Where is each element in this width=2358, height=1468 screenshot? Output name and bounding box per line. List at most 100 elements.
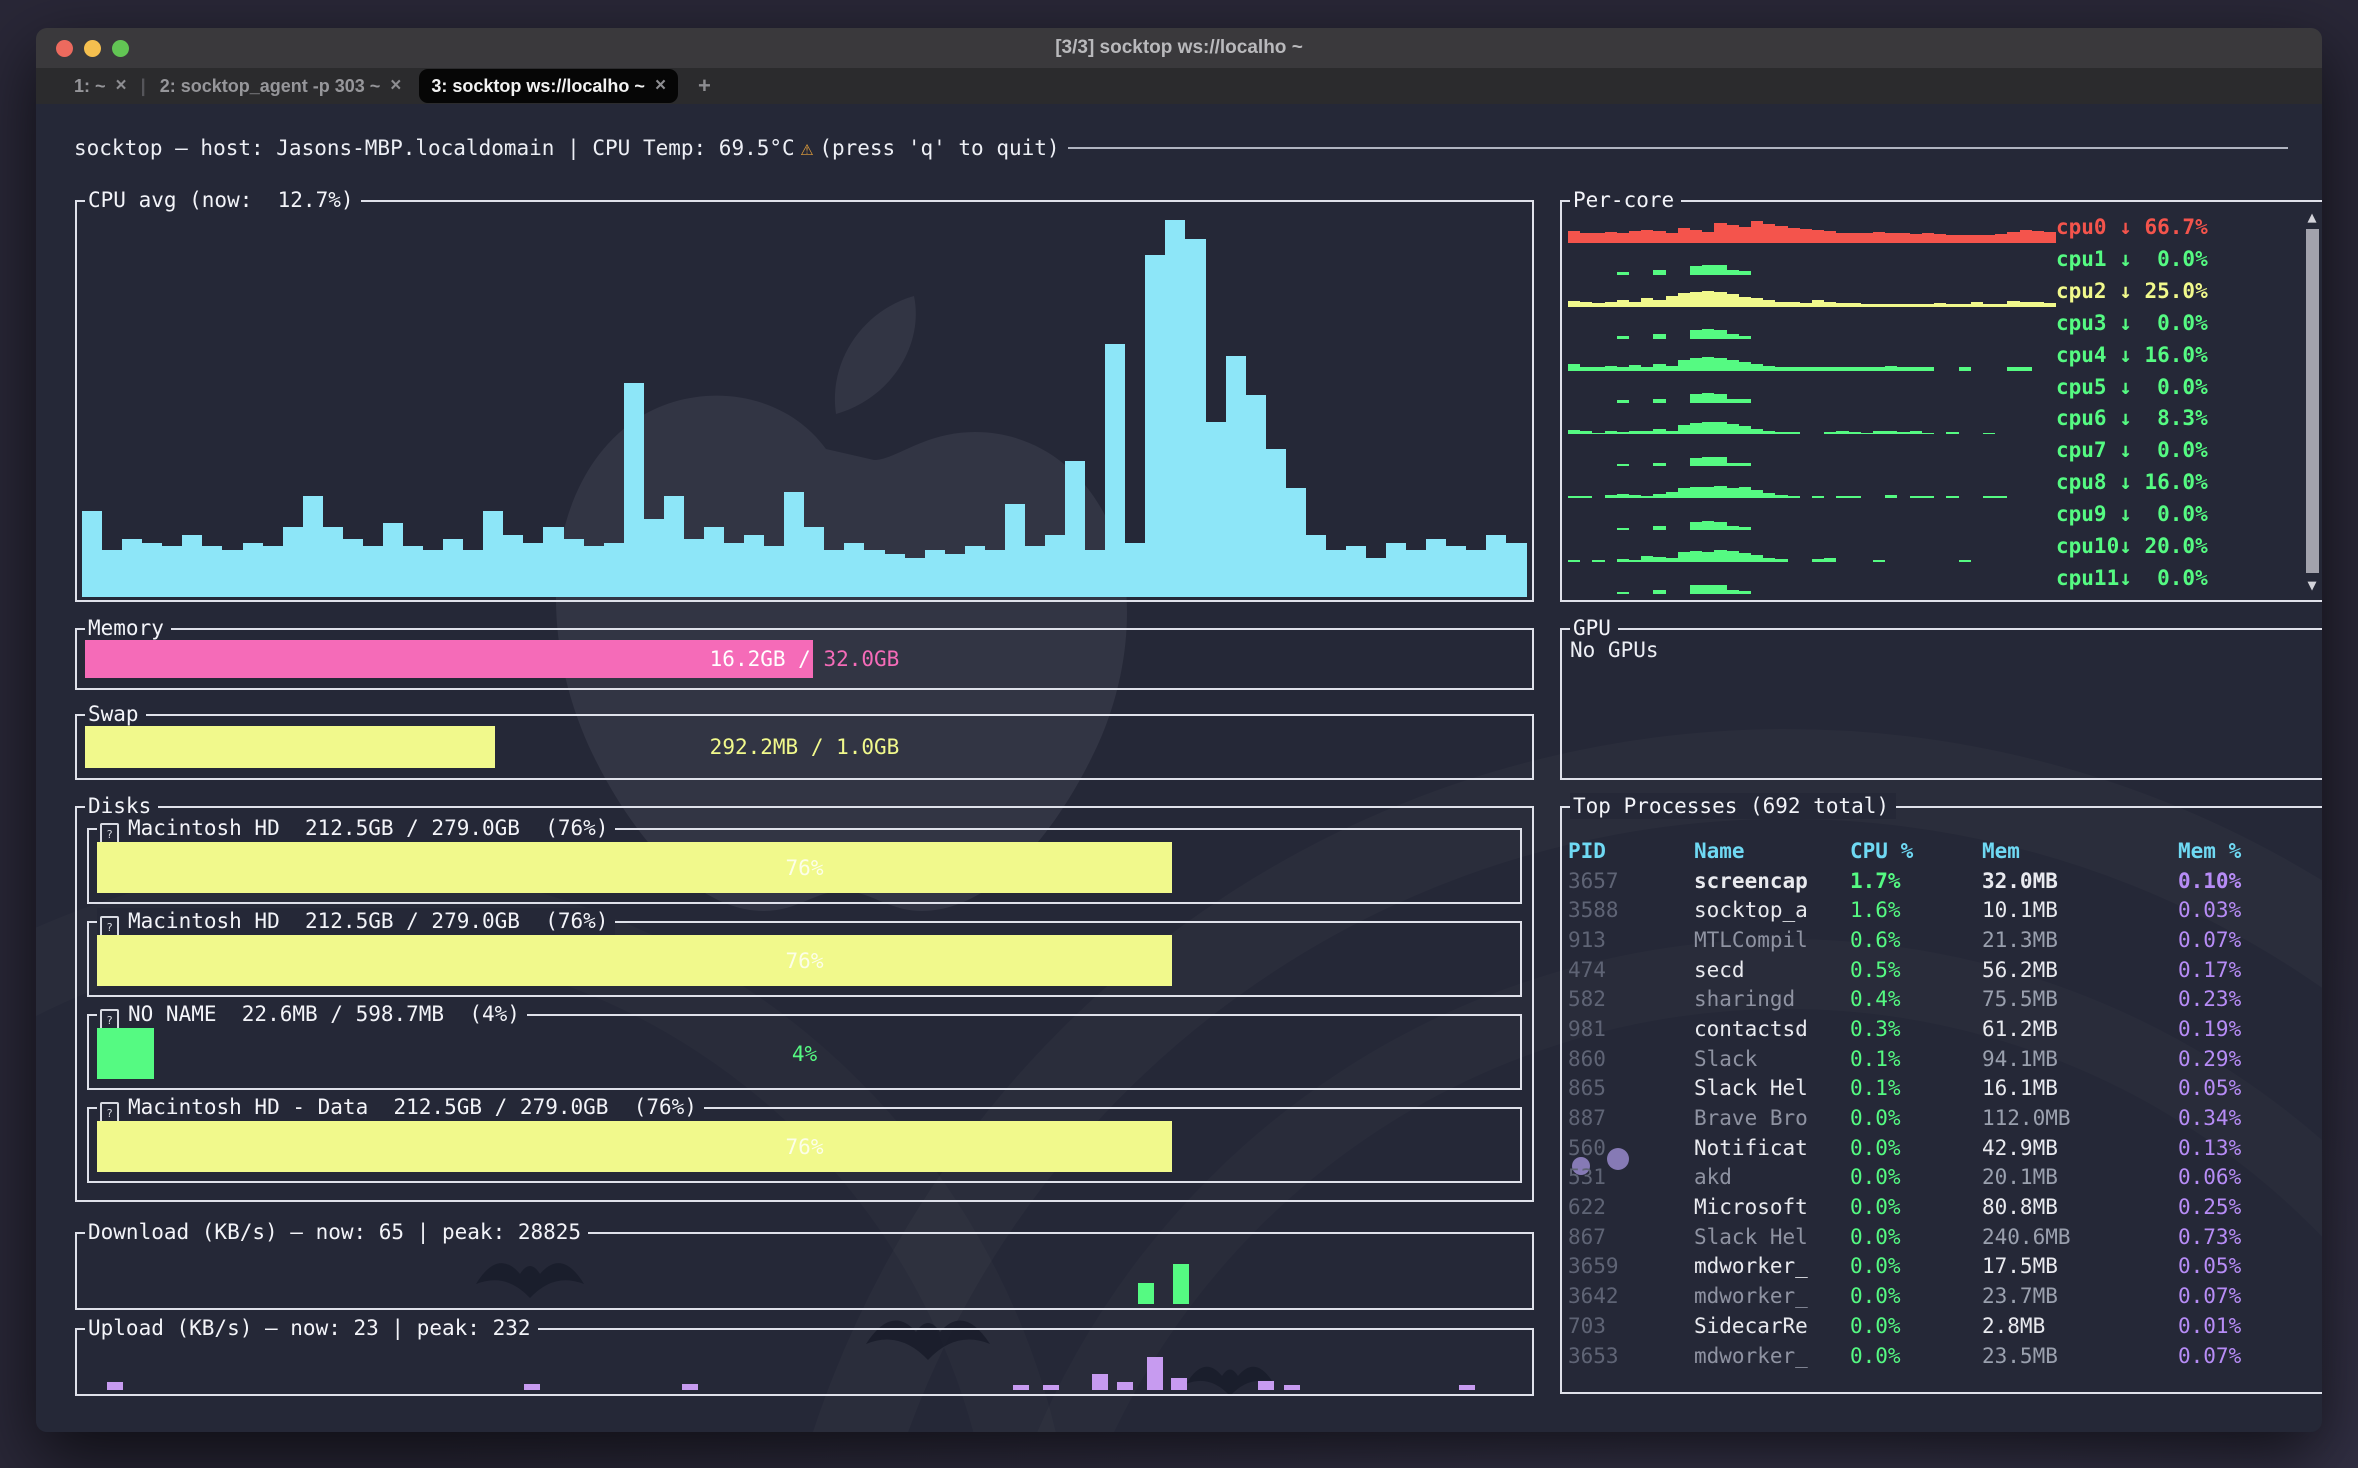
tab-separator: | <box>139 76 148 97</box>
process-cell-name: mdworker_ <box>1694 1344 1850 1368</box>
net-bar <box>1117 1382 1133 1390</box>
tab-1[interactable]: 1: ~ × <box>62 68 139 104</box>
memory-panel: Memory 16.2GB / 32.0GB <box>75 628 1534 690</box>
process-cell-mem: 23.5MB <box>1982 1344 2178 1368</box>
process-cell-pid: 3588 <box>1568 898 1694 922</box>
core-sparkline <box>1568 307 2056 339</box>
process-cell-name: mdworker_ <box>1694 1284 1850 1308</box>
upload-chart <box>85 1336 1524 1390</box>
process-cell-pid: 582 <box>1568 987 1694 1011</box>
cpu-avg-panel: CPU avg (now: 12.7%) <box>75 200 1534 602</box>
net-bar <box>524 1384 540 1390</box>
per-core-panel-title: Per-core <box>1570 187 1681 213</box>
process-cell-cpu: 0.5% <box>1850 958 1982 982</box>
disk-gauge: 76% <box>97 842 1512 893</box>
header-rule <box>1068 147 2288 149</box>
tab-bar: 1: ~ × | 2: socktop_agent -p 303 ~ × 3: … <box>36 68 2322 104</box>
scrollbar-thumb[interactable] <box>2306 229 2319 573</box>
process-cell-name: screencap <box>1694 869 1850 893</box>
process-cell-pid: 703 <box>1568 1314 1694 1338</box>
core-label: cpu1 ↓ 0.0% <box>2056 247 2296 271</box>
process-cell-cpu: 0.0% <box>1850 1284 1982 1308</box>
core-row-cpu11: cpu11↓ 0.0% <box>1568 562 2296 594</box>
terminal-window: [3/3] socktop ws://localho ~ 1: ~ × | 2:… <box>36 28 2322 1432</box>
new-tab-button[interactable]: + <box>684 73 725 99</box>
disk-item: ?NO NAME 22.6MB / 598.7MB (4%)4% <box>87 1014 1522 1090</box>
process-cell-cpu: 0.0% <box>1850 1314 1982 1338</box>
core-label: cpu10↓ 20.0% <box>2056 534 2296 558</box>
process-cell-cpu: 0.0% <box>1850 1106 1982 1130</box>
disk-item: ?Macintosh HD 212.5GB / 279.0GB (76%)76% <box>87 828 1522 904</box>
process-cell-cpu: 0.1% <box>1850 1076 1982 1100</box>
window-title: [3/3] socktop ws://localho ~ <box>1055 37 1303 59</box>
scroll-up-icon[interactable]: ▲ <box>2307 208 2316 226</box>
process-cell-mem-pct: 0.07% <box>2178 1344 2304 1368</box>
per-core-panel: Per-core cpu0 ↓ 66.7%cpu1 ↓ 0.0%cpu2 ↓ 2… <box>1560 200 2322 602</box>
core-sparkline <box>1568 275 2056 307</box>
minimize-window-button[interactable] <box>84 40 101 57</box>
core-row-cpu10: cpu10↓ 20.0% <box>1568 530 2296 562</box>
process-cell-cpu: 1.6% <box>1850 898 1982 922</box>
core-label: cpu7 ↓ 0.0% <box>2056 438 2296 462</box>
process-column-header: Mem % <box>2178 839 2304 863</box>
disk-item: ?Macintosh HD - Data 212.5GB / 279.0GB (… <box>87 1107 1522 1183</box>
close-window-button[interactable] <box>56 40 73 57</box>
process-cell-pid: 531 <box>1568 1165 1694 1189</box>
process-cell-name: Slack <box>1694 1047 1850 1071</box>
process-cell-mem-pct: 0.03% <box>2178 898 2304 922</box>
core-row-cpu3: cpu3 ↓ 0.0% <box>1568 307 2296 339</box>
process-cell-mem: 61.2MB <box>1982 1017 2178 1041</box>
scroll-down-icon[interactable]: ▼ <box>2307 576 2316 594</box>
process-cell-name: Slack Hel <box>1694 1076 1850 1100</box>
process-column-header: Mem <box>1982 839 2178 863</box>
core-row-cpu2: cpu2 ↓ 25.0% <box>1568 275 2296 307</box>
core-sparkline <box>1568 371 2056 403</box>
disk-gauge-label: 76% <box>97 949 1512 973</box>
disk-gauge: 76% <box>97 935 1512 986</box>
process-cell-cpu: 1.7% <box>1850 869 1982 893</box>
net-bar <box>682 1384 698 1390</box>
window-controls <box>56 28 129 68</box>
net-bar <box>1284 1385 1300 1390</box>
net-bar <box>1043 1385 1059 1390</box>
tab-2-close-icon[interactable]: × <box>390 75 401 97</box>
process-cell-pid: 622 <box>1568 1195 1694 1219</box>
net-bar <box>107 1382 123 1390</box>
process-cell-name: Notificat <box>1694 1136 1850 1160</box>
process-cell-cpu: 0.0% <box>1850 1165 1982 1189</box>
process-cell-name: Brave Bro <box>1694 1106 1850 1130</box>
tab-2-label: 2: socktop_agent -p 303 ~ <box>160 76 381 97</box>
disk-gauge-label: 4% <box>97 1042 1512 1066</box>
process-column-header: Name <box>1694 839 1850 863</box>
core-sparkline <box>1568 339 2056 371</box>
tab-3-close-icon[interactable]: × <box>655 75 666 97</box>
net-bar <box>1171 1378 1187 1390</box>
net-bar <box>1147 1357 1163 1390</box>
process-cell-mem-pct: 0.73% <box>2178 1225 2304 1249</box>
tab-3-active[interactable]: 3: socktop ws://localho ~ × <box>419 69 678 103</box>
process-cell-mem: 17.5MB <box>1982 1254 2178 1278</box>
process-cell-cpu: 0.3% <box>1850 1017 1982 1041</box>
tab-2[interactable]: 2: socktop_agent -p 303 ~ × <box>148 68 414 104</box>
download-chart <box>85 1240 1524 1304</box>
zoom-window-button[interactable] <box>112 40 129 57</box>
disk-gauge-label: 76% <box>97 856 1512 880</box>
process-cell-mem-pct: 0.29% <box>2178 1047 2304 1071</box>
process-cell-pid: 3657 <box>1568 869 1694 893</box>
core-row-cpu8: cpu8 ↓ 16.0% <box>1568 466 2296 498</box>
process-cell-pid: 887 <box>1568 1106 1694 1130</box>
process-column-header: PID <box>1568 839 1694 863</box>
process-cell-cpu: 0.1% <box>1850 1047 1982 1071</box>
terminal-content: socktop — host: Jasons-MBP.localdomain |… <box>36 104 2322 1432</box>
process-cell-mem: 112.0MB <box>1982 1106 2178 1130</box>
process-cell-mem: 80.8MB <box>1982 1195 2178 1219</box>
core-row-cpu0: cpu0 ↓ 66.7% <box>1568 211 2296 243</box>
process-cell-mem-pct: 0.01% <box>2178 1314 2304 1338</box>
process-cell-mem-pct: 0.25% <box>2178 1195 2304 1219</box>
tab-1-close-icon[interactable]: × <box>116 75 127 97</box>
process-cell-name: SidecarRe <box>1694 1314 1850 1338</box>
memory-gauge-label: 16.2GB / 32.0GB <box>85 647 1524 671</box>
process-cell-mem: 2.8MB <box>1982 1314 2178 1338</box>
memory-gauge: 16.2GB / 32.0GB <box>85 640 1524 678</box>
per-core-scrollbar[interactable]: ▲ ▼ <box>2303 208 2321 594</box>
